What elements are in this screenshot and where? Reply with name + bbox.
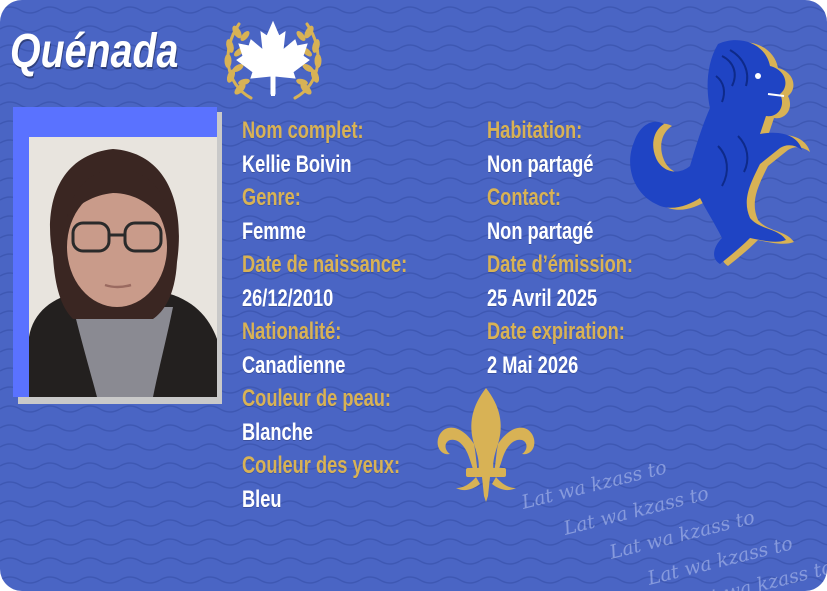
right-fields-column: Habitation: Non partagé Contact: Non par… [487, 114, 679, 382]
value-full-name: Kellie Boivin [242, 150, 352, 178]
label-issue-date: Date d’émission: [487, 251, 633, 278]
label-full-name: Nom complet: [242, 117, 364, 144]
label-residence: Habitation: [487, 117, 583, 144]
value-contact: Non partagé [487, 217, 594, 245]
maple-leaf-laurel-emblem-icon [224, 20, 322, 100]
label-birth-date: Date de naissance: [242, 251, 408, 278]
value-skin-color: Blanche [242, 418, 313, 446]
portrait-photo [13, 107, 217, 397]
watermark-text-block: Lat wa kzass to Lat wa kzass to Lat wa k… [520, 430, 827, 591]
value-nationality: Canadienne [242, 351, 346, 379]
value-eye-color: Bleu [242, 485, 282, 513]
brand-title: Quénada [10, 25, 179, 78]
id-card: Quénada Nom complet: Kellie Boivin Genre… [0, 0, 827, 591]
label-expiry-date: Date expiration: [487, 318, 625, 345]
label-nationality: Nationalité: [242, 318, 342, 345]
value-issue-date: 25 Avril 2025 [487, 284, 598, 312]
value-residence: Non partagé [487, 150, 594, 178]
label-gender: Genre: [242, 184, 301, 211]
label-contact: Contact: [487, 184, 561, 211]
label-eye-color: Couleur des yeux: [242, 452, 401, 479]
label-skin-color: Couleur de peau: [242, 385, 391, 412]
left-fields-column: Nom complet: Kellie Boivin Genre: Femme … [242, 114, 459, 516]
value-expiry-date: 2 Mai 2026 [487, 351, 579, 379]
value-gender: Femme [242, 217, 306, 245]
value-birth-date: 26/12/2010 [242, 284, 334, 312]
